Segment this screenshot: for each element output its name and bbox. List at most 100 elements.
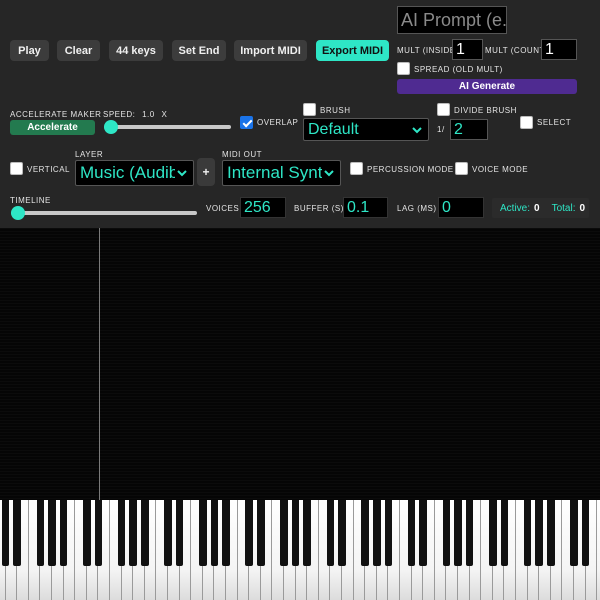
voices-label: VOICES — [206, 204, 240, 213]
black-key[interactable] — [280, 500, 288, 566]
voices-input[interactable]: 256 — [240, 197, 286, 218]
black-key[interactable] — [465, 500, 474, 566]
black-key[interactable] — [373, 500, 381, 566]
vertical-checkbox[interactable] — [10, 162, 23, 175]
black-key[interactable] — [257, 500, 265, 566]
black-key[interactable] — [489, 500, 497, 566]
black-key[interactable] — [222, 500, 230, 566]
black-key[interactable] — [36, 500, 45, 566]
black-key[interactable] — [210, 500, 219, 566]
ai-prompt-input[interactable]: AI Prompt (e.g — [397, 6, 507, 34]
playhead[interactable] — [99, 228, 100, 500]
toolbar: Play Clear 44 keys Set End Import MIDI E… — [0, 0, 600, 228]
set-end-button[interactable]: Set End — [172, 40, 226, 61]
divide-brush-input[interactable]: 2 — [450, 119, 488, 140]
brush-label: BRUSH — [320, 106, 351, 115]
voice-mode-checkbox[interactable] — [455, 162, 468, 175]
mult-count-label: MULT (COUNT) — [485, 46, 549, 55]
black-key[interactable] — [570, 500, 578, 566]
piano-roll-canvas[interactable] — [0, 228, 600, 500]
black-key[interactable] — [535, 500, 543, 566]
buffer-label: BUFFER (S) — [294, 204, 344, 213]
black-key[interactable] — [547, 500, 555, 566]
select-checkbox[interactable] — [520, 116, 533, 129]
total-label: Total: — [551, 202, 576, 214]
accelerate-button[interactable]: Accelerate — [10, 120, 95, 135]
black-key[interactable] — [94, 500, 103, 566]
keys-button[interactable]: 44 keys — [109, 40, 163, 61]
mult-inside-input[interactable]: 1 — [452, 39, 483, 60]
spread-label: SPREAD (OLD MULT) — [414, 65, 503, 74]
export-midi-button[interactable]: Export MIDI — [316, 40, 389, 61]
timeline-slider[interactable] — [11, 206, 197, 220]
select-label: SELECT — [537, 118, 572, 127]
clear-button[interactable]: Clear — [57, 40, 100, 61]
spread-checkbox[interactable] — [397, 62, 410, 75]
layer-label: LAYER — [75, 150, 104, 159]
import-midi-button[interactable]: Import MIDI — [234, 40, 307, 61]
piano-keyboard[interactable] — [0, 500, 600, 600]
lag-label: LAG (MS) — [397, 204, 437, 213]
percussion-label: PERCUSSION MODE — [367, 165, 454, 174]
speed-slider-thumb[interactable] — [104, 120, 118, 134]
total-value: 0 — [579, 202, 586, 214]
speed-label: SPEED: 1.0 X — [103, 110, 167, 119]
accelerate-maker-label: ACCELERATE MAKER — [10, 110, 102, 119]
layer-select[interactable]: Music (Audib — [75, 160, 194, 186]
black-key[interactable] — [117, 500, 126, 566]
play-button[interactable]: Play — [10, 40, 49, 61]
overlap-label: OVERLAP — [257, 118, 299, 127]
black-key[interactable] — [83, 500, 91, 566]
midi-out-select-value: Internal Synth — [227, 163, 322, 182]
timeline-slider-thumb[interactable] — [11, 206, 25, 220]
brush-select-value: Default — [308, 120, 359, 138]
black-key[interactable] — [523, 500, 532, 566]
chevron-down-icon — [177, 170, 187, 177]
black-key[interactable] — [361, 500, 369, 566]
active-value: 0 — [534, 202, 540, 214]
black-key[interactable] — [129, 500, 137, 566]
black-key[interactable] — [291, 500, 300, 566]
lag-input[interactable]: 0 — [438, 197, 484, 218]
black-key[interactable] — [581, 500, 590, 566]
timeline-label: TIMELINE — [10, 196, 51, 205]
voice-mode-label: VOICE MODE — [472, 165, 529, 174]
ai-generate-button[interactable]: AI Generate — [397, 79, 577, 94]
active-label: Active: — [500, 202, 531, 214]
brush-checkbox[interactable] — [303, 103, 316, 116]
black-key[interactable] — [500, 500, 509, 566]
speed-value: 1.0 — [142, 110, 155, 119]
black-key[interactable] — [326, 500, 335, 566]
black-key[interactable] — [454, 500, 462, 566]
add-layer-button[interactable]: + — [197, 158, 215, 186]
mult-count-input[interactable]: 1 — [541, 39, 577, 60]
brush-select[interactable]: Default — [303, 118, 429, 141]
midi-out-select[interactable]: Internal Synth — [222, 160, 341, 186]
black-key[interactable] — [338, 500, 346, 566]
black-key[interactable] — [407, 500, 416, 566]
percussion-checkbox[interactable] — [350, 162, 363, 175]
chevron-down-icon — [412, 126, 422, 133]
layer-select-value: Music (Audib — [80, 163, 175, 182]
black-key[interactable] — [442, 500, 451, 566]
black-key[interactable] — [175, 500, 184, 566]
buffer-input[interactable]: 0.1 — [343, 197, 388, 218]
black-key[interactable] — [303, 500, 311, 566]
black-key[interactable] — [141, 500, 149, 566]
black-key[interactable] — [199, 500, 207, 566]
midi-out-label: MIDI OUT — [222, 150, 262, 159]
black-key[interactable] — [13, 500, 21, 566]
black-key[interactable] — [384, 500, 393, 566]
divide-brush-checkbox[interactable] — [437, 103, 450, 116]
black-key[interactable] — [59, 500, 68, 566]
black-key[interactable] — [1, 500, 10, 566]
divide-brush-label: DIVIDE BRUSH — [454, 106, 517, 115]
black-key[interactable] — [48, 500, 56, 566]
divide-prefix: 1/ — [437, 125, 445, 134]
overlap-checkbox[interactable] — [240, 116, 253, 129]
speed-slider[interactable] — [104, 120, 231, 134]
black-key[interactable] — [245, 500, 253, 566]
timeline-slider-track — [11, 211, 197, 215]
black-key[interactable] — [164, 500, 172, 566]
black-key[interactable] — [419, 500, 427, 566]
